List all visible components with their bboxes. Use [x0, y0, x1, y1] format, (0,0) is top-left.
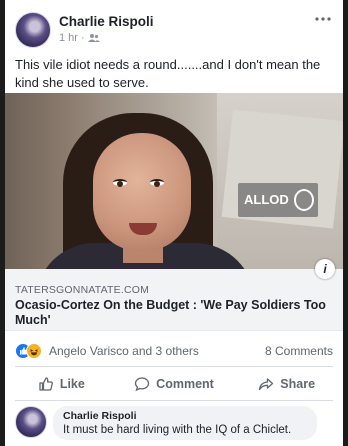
share-button[interactable]: Share [230, 368, 343, 400]
comment-label: Comment [156, 377, 214, 391]
haha-reaction-icon [26, 343, 42, 359]
action-bar: Like Comment Share [5, 368, 343, 400]
share-icon [259, 378, 274, 391]
like-icon [39, 377, 53, 391]
divider [15, 366, 333, 367]
comment-text: It must be hard living with the IQ of a … [63, 424, 292, 436]
comment-button[interactable]: Comment [118, 368, 231, 400]
network-watermark: ALLOD [238, 183, 318, 217]
like-button[interactable]: Like [5, 368, 118, 400]
person-eye-right [150, 179, 164, 187]
watermark-logo [294, 189, 314, 211]
post-text: This vile idiot needs a round.......and … [15, 57, 321, 90]
person-eye-left [113, 179, 127, 187]
link-preview-image[interactable]: ALLOD [5, 93, 343, 269]
watermark-text: ALLOD [244, 192, 289, 207]
info-icon[interactable]: i [315, 259, 335, 279]
comment-author[interactable]: Charlie Rispoli [63, 410, 307, 423]
reaction-icons[interactable] [15, 343, 43, 359]
post-time[interactable]: 1 hr [59, 32, 78, 44]
comment-icon [135, 377, 150, 392]
reaction-names[interactable]: Angelo Varisco and 3 others [49, 344, 199, 358]
reactions-bar: Angelo Varisco and 3 others 8 Comments [5, 340, 343, 362]
share-label: Share [280, 377, 316, 391]
author-name[interactable]: Charlie Rispoli [59, 14, 154, 29]
commenter-avatar[interactable] [15, 406, 47, 438]
more-options-icon[interactable] [313, 12, 333, 26]
link-preview[interactable]: TATERSGONNATATE.COM Ocasio-Cortez On the… [5, 269, 343, 331]
comment-bubble: Charlie Rispoli It must be hard living w… [53, 406, 317, 440]
like-label: Like [59, 377, 85, 391]
friends-icon [87, 34, 100, 42]
link-title: Ocasio-Cortez On the Budget : 'We Pay So… [15, 298, 326, 327]
post-header: Charlie Rispoli 1 hr · [5, 0, 343, 52]
meta-separator: · [80, 32, 85, 44]
post-meta: 1 hr · [59, 32, 100, 44]
facebook-post: Charlie Rispoli 1 hr · This vile idiot n… [5, 0, 343, 446]
link-domain: TATERSGONNATATE.COM [15, 284, 150, 296]
comments-count[interactable]: 8 Comments [265, 344, 333, 358]
author-avatar[interactable] [15, 12, 51, 48]
divider [15, 400, 333, 401]
